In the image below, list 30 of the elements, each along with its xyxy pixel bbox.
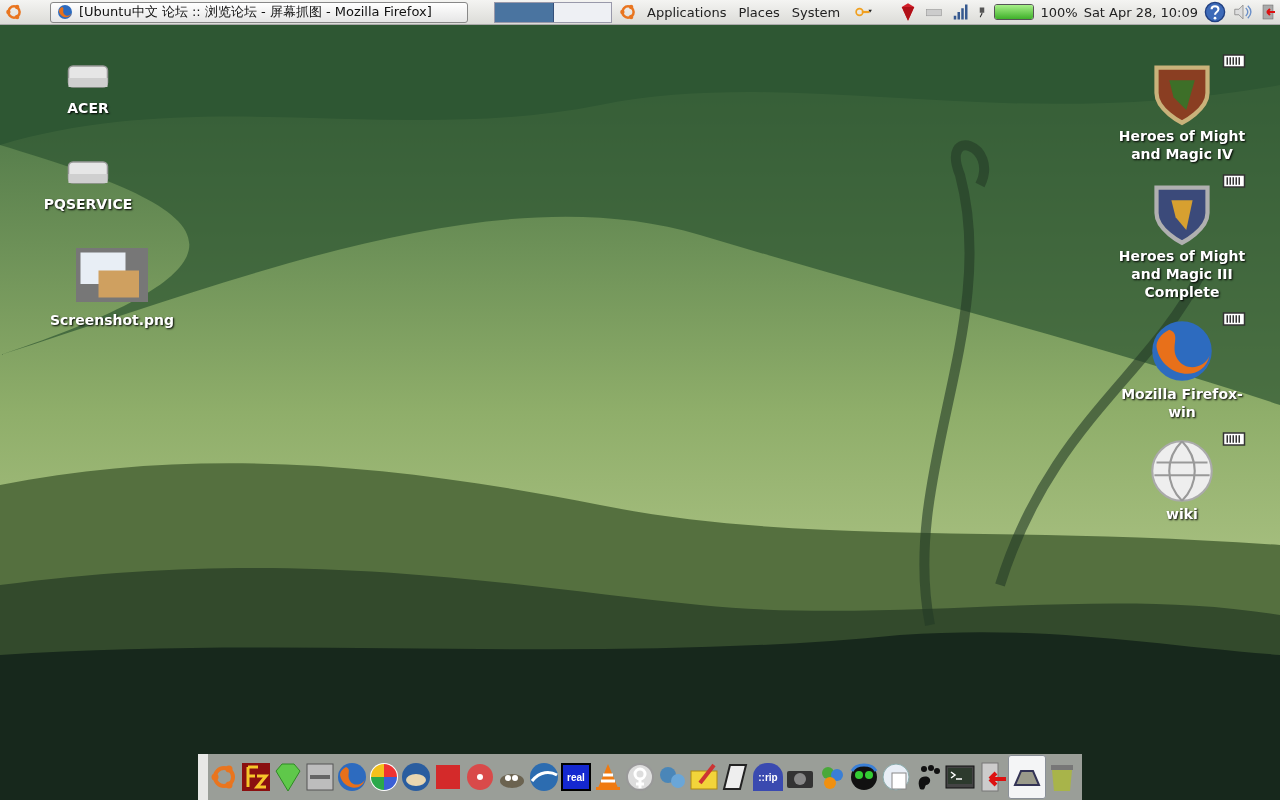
ubuntu-logo-icon[interactable]	[4, 2, 24, 22]
rip-icon[interactable]: ::rip	[753, 763, 783, 791]
globe-icon[interactable]	[1148, 437, 1216, 505]
panel-menu[interactable]: System	[788, 4, 844, 20]
firefox-icon	[57, 4, 73, 20]
panel-menu[interactable]: Applications	[644, 4, 730, 20]
clock[interactable]: Sat Apr 28, 10:09	[1083, 4, 1198, 20]
fz-icon[interactable]	[240, 761, 272, 793]
exit-door-icon[interactable]	[1260, 1, 1276, 23]
desktop-icon-label[interactable]: ACER	[20, 99, 156, 117]
battery-reading: 100%	[1040, 4, 1078, 20]
dock-grip-handle[interactable]	[198, 754, 208, 800]
workspace-switch[interactable]	[553, 2, 611, 22]
dock-item[interactable]	[1008, 755, 1046, 799]
globe-icon[interactable]	[528, 761, 560, 793]
desktop-icon-label[interactable]: PQSERVICE	[20, 195, 156, 213]
real-icon[interactable]: real	[561, 763, 591, 791]
desktop-icon-label[interactable]: Heroes of Might and Magic IV	[1114, 127, 1250, 163]
workspace-switch[interactable]	[495, 2, 554, 22]
pencil-note-icon[interactable]	[688, 761, 720, 793]
help-icon[interactable]	[1204, 1, 1226, 23]
desktop-icon-label[interactable]: Heroes of Might and Magic III Complete	[1114, 247, 1250, 301]
panel-menu[interactable]: Places	[735, 4, 783, 20]
window-button[interactable]: [Ubuntu中文 论坛 :: 浏览论坛 - 屏幕抓图 - Mozilla Firefox]	[50, 1, 468, 23]
disc-icon[interactable]	[464, 761, 496, 793]
pinwheel-icon[interactable]	[368, 761, 400, 793]
battery-meter[interactable]	[994, 4, 1035, 20]
ubuntu-logo-icon[interactable]	[618, 2, 638, 22]
penguin-icon[interactable]	[848, 761, 880, 793]
cabinet-icon[interactable]	[304, 761, 336, 793]
